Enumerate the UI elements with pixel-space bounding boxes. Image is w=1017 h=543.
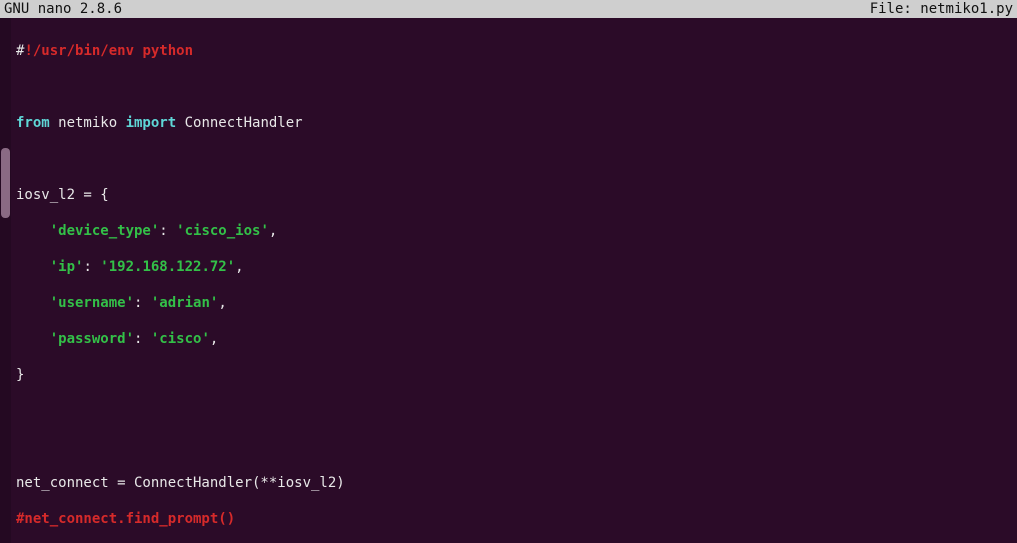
indent bbox=[16, 223, 50, 239]
colon: : bbox=[159, 223, 176, 239]
indent bbox=[16, 331, 50, 347]
comment: #net_connect.find_prompt() bbox=[16, 511, 235, 527]
dict-key: 'ip' bbox=[50, 259, 84, 275]
module: netmiko bbox=[50, 115, 126, 131]
dict-val: 'cisco' bbox=[151, 331, 210, 347]
code-line: 'ip': '192.168.122.72', bbox=[16, 258, 1017, 276]
assign: net_connect = ConnectHandler(**iosv_l2) bbox=[16, 475, 345, 491]
dict-key: 'device_type' bbox=[50, 223, 160, 239]
comma: , bbox=[210, 331, 218, 347]
dict-key: 'password' bbox=[50, 331, 134, 347]
scrollbar-track[interactable] bbox=[0, 18, 11, 543]
indent bbox=[16, 295, 50, 311]
dict-val: 'cisco_ios' bbox=[176, 223, 269, 239]
code-line: 'username': 'adrian', bbox=[16, 294, 1017, 312]
import-rest: ConnectHandler bbox=[176, 115, 302, 131]
comma: , bbox=[235, 259, 243, 275]
comma: , bbox=[269, 223, 277, 239]
nano-titlebar: GNU nano 2.8.6 File: netmiko1.py bbox=[0, 0, 1017, 18]
indent bbox=[16, 259, 50, 275]
kw-from: from bbox=[16, 115, 50, 131]
code-line bbox=[16, 438, 1017, 456]
code-line: #net_connect.find_prompt() bbox=[16, 510, 1017, 528]
nano-app-name: GNU nano 2.8.6 bbox=[4, 0, 122, 18]
code-line: #!/usr/bin/env python bbox=[16, 42, 1017, 60]
dict-key: 'username' bbox=[50, 295, 134, 311]
code-line: 'device_type': 'cisco_ios', bbox=[16, 222, 1017, 240]
code-line: 'password': 'cisco', bbox=[16, 330, 1017, 348]
code-line: iosv_l2 = { bbox=[16, 186, 1017, 204]
dict-val: '192.168.122.72' bbox=[100, 259, 235, 275]
colon: : bbox=[134, 295, 151, 311]
code-line: net_connect = ConnectHandler(**iosv_l2) bbox=[16, 474, 1017, 492]
scrollbar-thumb[interactable] bbox=[1, 148, 10, 218]
code-line: } bbox=[16, 366, 1017, 384]
colon: : bbox=[83, 259, 100, 275]
colon: : bbox=[134, 331, 151, 347]
brace: } bbox=[16, 367, 24, 383]
code-line bbox=[16, 78, 1017, 96]
shebang-rest: !/usr/bin/env python bbox=[24, 43, 193, 59]
comma: , bbox=[218, 295, 226, 311]
code-line bbox=[16, 402, 1017, 420]
code-line bbox=[16, 150, 1017, 168]
dict-val: 'adrian' bbox=[151, 295, 218, 311]
code-line: from netmiko import ConnectHandler bbox=[16, 114, 1017, 132]
editor-area[interactable]: #!/usr/bin/env python from netmiko impor… bbox=[0, 18, 1017, 543]
kw-import: import bbox=[126, 115, 177, 131]
nano-filename: File: netmiko1.py bbox=[870, 0, 1013, 18]
assign: iosv_l2 = { bbox=[16, 187, 109, 203]
